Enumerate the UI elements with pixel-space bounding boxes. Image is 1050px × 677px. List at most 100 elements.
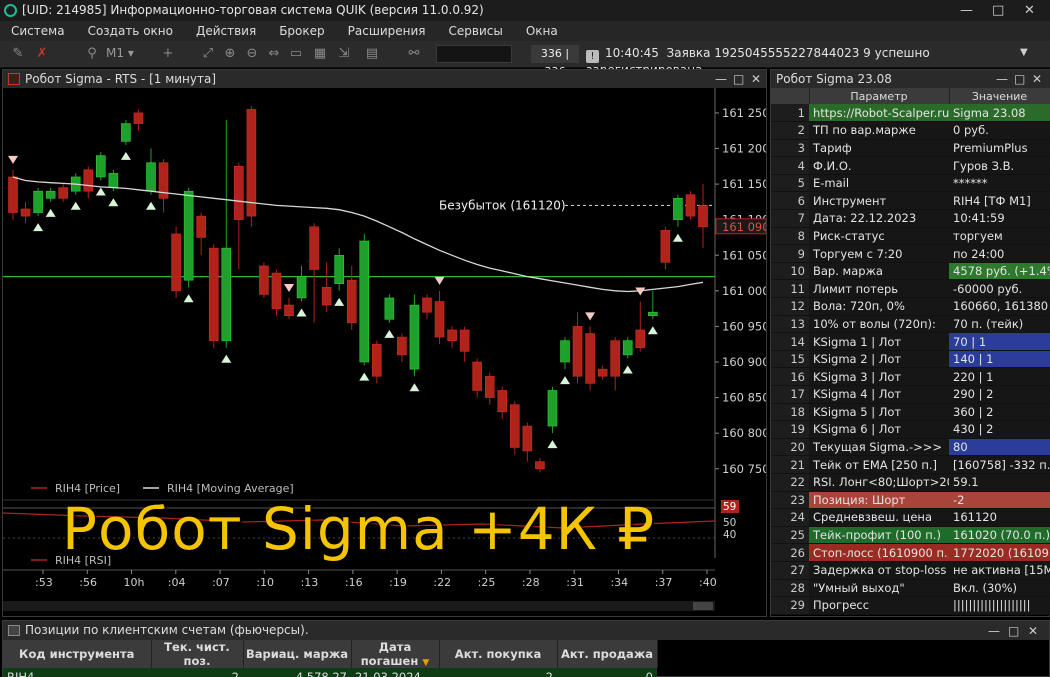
menu-item-broker[interactable]: Брокер	[268, 24, 336, 38]
table-row[interactable]: 18 KSigma 5 | Лот 360 | 2	[771, 403, 1050, 422]
search-input[interactable]	[436, 45, 512, 63]
minimize-button[interactable]: —	[996, 70, 1008, 88]
grid-icon[interactable]: ▦	[312, 46, 328, 62]
table-row[interactable]: 5 E-mail ******	[771, 174, 1050, 193]
column-header-sell[interactable]: Акт. продажа	[557, 640, 658, 668]
buy-signal-marker	[334, 297, 345, 306]
close-button[interactable]: ✕	[1028, 622, 1038, 641]
table-row[interactable]: 15 KSigma 2 | Лот 140 | 1	[771, 350, 1050, 369]
candle-body	[547, 390, 558, 427]
column-header-position[interactable]: Тек. чист. поз.	[151, 640, 244, 668]
table-row[interactable]: 17 KSigma 4 | Лот 290 | 2	[771, 385, 1050, 404]
table-row[interactable]: 9 Торгуем с 7:20 по 24:00	[771, 244, 1050, 263]
param-name: Инструмент	[809, 191, 949, 211]
column-header-value[interactable]: Значение	[949, 88, 1050, 104]
menu-item-extensions[interactable]: Расширения	[337, 24, 438, 38]
column-header-margin[interactable]: Вариац. маржа	[243, 640, 352, 668]
column-header-date[interactable]: Дата погашен ▼	[351, 640, 440, 668]
chart-icon[interactable]: ⚲	[84, 46, 100, 62]
scale-icon[interactable]: ⇲	[336, 46, 352, 62]
table-row[interactable]: 11 Лимит потерь -60000 руб.	[771, 279, 1050, 299]
close-window-button[interactable]: ✕	[1024, 0, 1035, 21]
menu-item-services[interactable]: Сервисы	[438, 24, 515, 38]
table-row[interactable]: 16 KSigma 3 | Лот 220 | 1	[771, 367, 1050, 386]
minimize-button[interactable]: —	[988, 622, 1000, 641]
table-row[interactable]: 24 Средневзвеш. цена 161120	[771, 508, 1050, 527]
column-header-buy[interactable]: Акт. покупка	[439, 640, 558, 668]
table-row[interactable]: 19 KSigma 6 | Лот 430 | 2	[771, 420, 1050, 439]
table-row[interactable]: 8 Риск-статус торгуем	[771, 227, 1050, 246]
table-row[interactable]: 21 Тейк от EMA [250 п.] [160758] -332 п.	[771, 455, 1050, 474]
table-icon[interactable]: ▤	[364, 46, 380, 62]
table-row[interactable]: 28 "Умный выход" Вкл. (30%)	[771, 579, 1050, 598]
zoom-in-icon[interactable]: ⊕	[222, 46, 238, 62]
buy-signal-marker	[672, 233, 683, 242]
row-number: 4	[771, 156, 809, 175]
param-name: RSI. Лонг<80;Шорт>20	[809, 473, 949, 492]
table-row[interactable]: 23 Позиция: Шорт -2	[771, 491, 1050, 510]
fit-icon[interactable]: ⤢	[200, 46, 216, 62]
y-tick-label: 161 000	[722, 284, 766, 298]
chart-window-header: Робот Sigma - RTS - [1 минута] — □ ✕	[3, 70, 766, 88]
binoculars-icon[interactable]: ⚯	[406, 46, 422, 62]
pan-icon[interactable]: ⇔	[266, 46, 282, 62]
minimize-button[interactable]: —	[715, 70, 727, 88]
table-row[interactable]: 20 Текущая Sigma.->>> 80	[771, 438, 1050, 457]
column-header-param[interactable]: Параметр	[809, 88, 950, 104]
table-row[interactable]: RIH4 -2 4 578,27 21.03.2024 2 0	[3, 668, 657, 677]
chevron-down-icon[interactable]: ▼	[1020, 47, 1028, 58]
y-tick-label: 161 150	[722, 177, 766, 191]
menu-item-system[interactable]: Система	[0, 24, 77, 38]
sell-signal-marker	[585, 312, 596, 321]
zoom-out-icon[interactable]: ⊖	[244, 46, 260, 62]
table-row[interactable]: 14 KSigma 1 | Лот 70 | 1	[771, 332, 1050, 351]
timeframe-select[interactable]: M1 ▾	[106, 46, 134, 60]
table-row[interactable]: 27 Задержка от stop-loss не активна [15М]	[771, 561, 1050, 580]
maximize-window-button[interactable]: □	[992, 0, 1004, 21]
maximize-button[interactable]: □	[1014, 70, 1025, 88]
param-name: Вола: 720п, 0%	[809, 297, 949, 316]
param-value: 80	[949, 438, 1050, 457]
table-row[interactable]: 3 Тариф PremiumPlus	[771, 139, 1050, 158]
table-row[interactable]: 12 Вола: 720п, 0% 160660, 161380	[771, 297, 1050, 316]
candle-body	[409, 304, 420, 370]
table-row[interactable]: 4 Ф.И.О. Гуров З.В.	[771, 156, 1050, 175]
table-row[interactable]: 26Стоп-лосс (1610900 п.)1772020 (1610930…	[771, 543, 1050, 562]
pencil-icon[interactable]: ✎	[10, 46, 26, 62]
y-tick-label: 160 850	[722, 391, 766, 405]
close-button[interactable]: ✕	[1032, 70, 1042, 88]
minimize-window-button[interactable]: —	[960, 0, 973, 21]
table-row[interactable]: 2 ТП по вар.марже 0 руб.	[771, 121, 1050, 140]
cell-date: 21.03.2024	[351, 668, 439, 677]
menu-item-windows[interactable]: Окна	[515, 24, 570, 38]
table-row[interactable]: 25 Тейк-профит (100 п.) 161020 (70.0 п.)	[771, 526, 1050, 545]
table-row[interactable]: 13 10% от волы (720п): 70 п. (тейк)	[771, 315, 1050, 334]
candle-body	[171, 233, 181, 292]
param-name: Ф.И.О.	[809, 156, 949, 175]
x-tick-label: :25	[478, 576, 496, 589]
table-row[interactable]: 6 Инструмент RIH4 [ТФ M1]	[771, 191, 1050, 211]
table-row[interactable]: 29 Прогресс ||||||||||||||||||||	[771, 596, 1050, 615]
column-header-num[interactable]	[771, 88, 810, 104]
y-tick-label: 160 950	[722, 319, 766, 333]
menu-item-actions[interactable]: Действия	[185, 24, 268, 38]
crosshair-icon[interactable]: +	[160, 46, 176, 62]
maximize-button[interactable]: □	[733, 70, 744, 88]
maximize-button[interactable]: □	[1008, 622, 1019, 641]
erase-icon[interactable]: ✗	[34, 46, 50, 62]
x-tick-label: :37	[655, 576, 673, 589]
row-number: 11	[771, 279, 809, 299]
ruler-icon[interactable]: ▭	[288, 46, 304, 62]
row-number: 20	[771, 438, 809, 457]
table-row[interactable]: 22 RSI. Лонг<80;Шорт>20 59.1	[771, 473, 1050, 492]
menu-item-create-window[interactable]: Создать окно	[77, 24, 185, 38]
menu-bar: Система Создать окно Действия Брокер Рас…	[0, 21, 1050, 41]
table-row[interactable]: 7 Дата: 22.12.2023 10:41:59	[771, 209, 1050, 228]
table-row[interactable]: 1 https://Robot-Scalper.ru Sigma 23.08	[771, 104, 1050, 123]
candle-body	[183, 190, 194, 281]
candle-body	[384, 297, 395, 320]
param-name: Тейк-профит (100 п.)	[809, 526, 949, 545]
table-row[interactable]: 10Вар. маржа4578 руб. (+1.4%)	[771, 262, 1050, 281]
column-header-code[interactable]: Код инструмента	[3, 640, 152, 668]
close-button[interactable]: ✕	[751, 70, 761, 88]
